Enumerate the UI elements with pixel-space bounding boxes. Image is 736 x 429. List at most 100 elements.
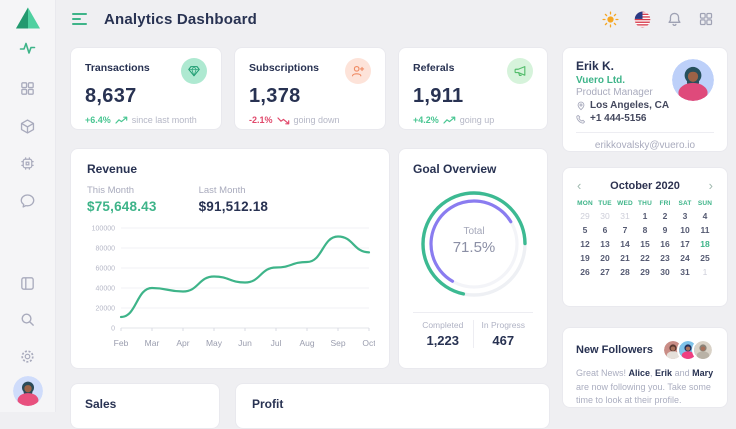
- subscriptions-badge: [345, 58, 371, 84]
- sidebar: [0, 0, 56, 412]
- sidebar-item-settings[interactable]: [0, 348, 55, 365]
- notifications-button[interactable]: [666, 11, 683, 28]
- transactions-trend: +6.4%: [85, 115, 111, 125]
- calendar-day[interactable]: 8: [635, 225, 655, 235]
- followers-avatar-group[interactable]: [662, 339, 714, 361]
- calendar-day[interactable]: 10: [675, 225, 695, 235]
- menu-burger-button[interactable]: [72, 13, 87, 25]
- sun-icon: [602, 11, 619, 28]
- profit-title: Profit: [252, 397, 533, 411]
- trend-down-icon: [277, 116, 290, 125]
- calendar-day[interactable]: 14: [615, 239, 635, 249]
- this-month-label: This Month: [87, 185, 157, 196]
- calendar-day[interactable]: 30: [595, 211, 615, 221]
- calendar-day[interactable]: 17: [675, 239, 695, 249]
- us-flag-icon: [634, 11, 651, 28]
- sidebar-item-search[interactable]: [0, 311, 55, 328]
- followers-text: Great News! Alice, Erik and Mary are now…: [576, 367, 714, 408]
- sidebar-item-activity[interactable]: [0, 40, 55, 56]
- calendar-day[interactable]: 11: [695, 225, 715, 235]
- calendar-day[interactable]: 18: [695, 239, 715, 249]
- svg-text:20000: 20000: [96, 306, 116, 313]
- topbar: Analytics Dashboard: [56, 0, 736, 38]
- calendar-day[interactable]: 31: [675, 267, 695, 277]
- subscriptions-trend: -2.1%: [249, 115, 273, 125]
- referals-card: Referals 1,911 +4.2% going up: [398, 47, 548, 130]
- sidebar-item-elements[interactable]: [0, 155, 55, 172]
- calendar-day[interactable]: 22: [635, 253, 655, 263]
- calendar-day[interactable]: 15: [635, 239, 655, 249]
- app-logo[interactable]: [0, 6, 55, 30]
- calendar-day[interactable]: 3: [675, 211, 695, 221]
- svg-text:80000: 80000: [96, 246, 116, 253]
- logo-triangle-icon: [15, 6, 41, 30]
- sidebar-item-messages[interactable]: [0, 192, 55, 209]
- calendar-dow-label: WED: [615, 200, 635, 207]
- calendar-day[interactable]: 19: [575, 253, 595, 263]
- language-selector-button[interactable]: [634, 11, 651, 28]
- calendar-day[interactable]: 9: [655, 225, 675, 235]
- calendar-next-button[interactable]: ›: [707, 179, 715, 192]
- calendar-dow-label: SUN: [695, 200, 715, 207]
- location-pin-icon: [576, 101, 586, 111]
- calendar-day[interactable]: 12: [575, 239, 595, 249]
- calendar-prev-button[interactable]: ‹: [575, 179, 583, 192]
- panel-layout-icon: [19, 275, 36, 292]
- svg-text:Feb: Feb: [114, 338, 129, 348]
- profile-avatar[interactable]: [672, 59, 714, 101]
- calendar-day[interactable]: 29: [575, 211, 595, 221]
- referals-note: going up: [460, 115, 495, 125]
- goal-gauge: Total 71.5%: [413, 180, 533, 312]
- goal-completed-block: Completed 1,223: [413, 320, 473, 348]
- calendar-day[interactable]: 2: [655, 211, 675, 221]
- calendar-day[interactable]: 23: [655, 253, 675, 263]
- calendar-day[interactable]: 24: [675, 253, 695, 263]
- svg-text:Jun: Jun: [238, 338, 252, 348]
- calendar-day[interactable]: 7: [615, 225, 635, 235]
- calendar-dow-label: MON: [575, 200, 595, 207]
- apps-menu-button[interactable]: [698, 11, 714, 27]
- profit-card: Profit: [235, 383, 550, 429]
- transactions-badge: [181, 58, 207, 84]
- calendar-day[interactable]: 31: [615, 211, 635, 221]
- calendar-day[interactable]: 27: [595, 267, 615, 277]
- calendar-day[interactable]: 4: [695, 211, 715, 221]
- calendar-day[interactable]: 13: [595, 239, 615, 249]
- calendar-day[interactable]: 1: [635, 211, 655, 221]
- calendar-day[interactable]: 28: [615, 267, 635, 277]
- profile-company[interactable]: Vuero Ltd.: [576, 75, 669, 86]
- calendar-dow-label: TUE: [595, 200, 615, 207]
- sidebar-user-avatar[interactable]: [0, 376, 55, 406]
- calendar-day[interactable]: 26: [575, 267, 595, 277]
- calendar-day[interactable]: 29: [635, 267, 655, 277]
- this-month-block: This Month $75,648.43: [87, 185, 157, 214]
- calendar-day[interactable]: 6: [595, 225, 615, 235]
- revenue-card: Revenue This Month $75,648.43 Last Month…: [70, 148, 390, 369]
- sidebar-item-components[interactable]: [0, 118, 55, 135]
- completed-label: Completed: [413, 320, 473, 330]
- transactions-label: Transactions: [85, 59, 150, 74]
- goal-title: Goal Overview: [413, 162, 533, 176]
- apps-grid-icon: [698, 11, 714, 27]
- calendar-day[interactable]: 25: [695, 253, 715, 263]
- sidebar-item-dashboards[interactable]: [0, 80, 55, 97]
- last-month-block: Last Month $91,512.18: [199, 185, 269, 214]
- inprogress-value: 467: [474, 333, 534, 348]
- profile-card: Erik K. Vuero Ltd. Product Manager Los A…: [562, 47, 728, 152]
- calendar-day[interactable]: 30: [655, 267, 675, 277]
- calendar-day[interactable]: 5: [575, 225, 595, 235]
- user-plus-icon: [351, 64, 365, 78]
- calendar-day[interactable]: 20: [595, 253, 615, 263]
- sidebar-item-panels[interactable]: [0, 275, 55, 292]
- followers-title: New Followers: [576, 344, 653, 356]
- profile-email[interactable]: erikkovalsky@vuero.io: [576, 140, 714, 151]
- calendar-day[interactable]: 1: [695, 267, 715, 277]
- search-icon: [19, 311, 36, 328]
- calendar-grid: MONTUEWEDTHUFRISATSUN2930311234567891011…: [575, 200, 715, 277]
- chat-bubble-icon: [19, 192, 36, 209]
- calendar-day[interactable]: 16: [655, 239, 675, 249]
- calendar-day[interactable]: 21: [615, 253, 635, 263]
- theme-toggle-button[interactable]: [602, 11, 619, 28]
- activity-pulse-icon: [19, 40, 36, 56]
- grid-squares-icon: [19, 80, 36, 97]
